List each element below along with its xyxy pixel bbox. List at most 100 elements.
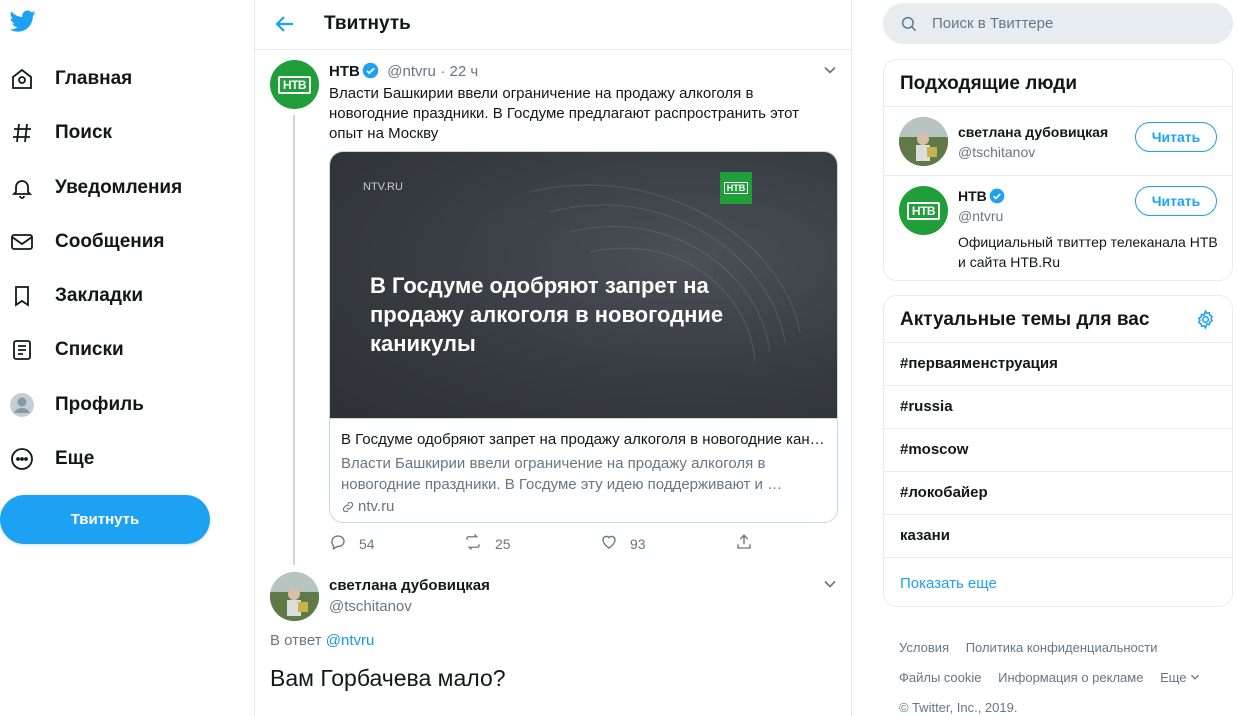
reply-author-handle[interactable]: @tschitanov [329,598,412,615]
like-count: 93 [630,535,646,552]
chevron-down-icon [1190,674,1199,680]
who-to-follow-title: Подходящие люди [884,60,1232,107]
card-link: ntv.ru [341,498,828,515]
footer-link-more[interactable]: Еще [1160,670,1199,685]
follow-button[interactable]: Читать [1135,186,1217,216]
verified-badge-icon [989,188,1005,209]
nav-item-lists[interactable]: Списки [8,332,124,368]
retweet-count: 25 [495,535,511,552]
card-headline: В Госдуме одобряют запрет на продажу алк… [370,273,724,356]
card-body: В Госдуме одобряют запрет на продажу алк… [330,418,837,522]
footer-row-1: Условия Политика конфиденциальности [899,640,1170,655]
trend-item[interactable]: казани [884,515,1232,558]
nav-item-home[interactable]: Главная [8,61,132,97]
link-icon [341,500,355,514]
nav-label-notifications: Уведомления [55,177,183,198]
nav-item-profile[interactable]: Профиль [8,387,144,423]
avatar-photo-icon [270,572,319,621]
tweet-actions: 54 25 93 [329,533,769,555]
nav-item-notifications[interactable]: Уведомления [8,170,182,206]
avatar[interactable]: НТВ [899,186,948,235]
share-icon [735,533,753,554]
footer-more-label: Еще [1160,670,1187,685]
tweet-author-line: НТВ @ntvru · 22 ч [329,62,478,84]
reply-context: В ответ @ntvru [270,632,374,649]
page-header: Твитнуть [255,0,851,50]
avatar[interactable] [899,117,948,166]
chevron-down-icon[interactable] [823,577,837,591]
tweet-timestamp[interactable]: · 22 ч [440,63,478,80]
nav-item-bookmarks[interactable]: Закладки [8,278,143,314]
follow-button[interactable]: Читать [1135,122,1217,152]
search-input[interactable] [932,15,1212,32]
search-icon [900,15,918,33]
twitter-logo-icon[interactable] [9,8,39,38]
home-icon [8,65,36,93]
link-preview-card[interactable]: NTV.RU НТВ В Госдуме одобряют запрет на … [329,151,838,523]
follow-suggestion[interactable]: НТВ НТВ @ntvru Официальный твиттер телек… [884,176,1232,280]
nav-label-home: Главная [55,68,133,89]
avatar[interactable]: НТВ [270,60,319,109]
compose-tweet-button[interactable]: Твитнуть [0,495,210,544]
card-image: NTV.RU НТВ В Госдуме одобряют запрет на … [330,152,837,418]
nav-label-messages: Сообщения [55,231,165,252]
footer-link-ads-info[interactable]: Информация о рекламе [998,670,1143,685]
footer-link-terms[interactable]: Условия [899,640,949,655]
gear-icon[interactable] [1195,309,1216,336]
trends-panel: Актуальные темы для вас #первая​менструа… [883,295,1233,607]
hashtag-icon [8,119,36,147]
trend-item[interactable]: #локобайер [884,472,1232,515]
footer-link-privacy[interactable]: Политика конфиденциальности [966,640,1158,655]
suggestion-name-line: НТВ [958,188,1009,209]
list-icon [8,336,36,364]
like-button[interactable]: 93 [600,533,646,554]
retweet-button[interactable]: 25 [463,533,511,554]
verified-badge-icon [362,62,379,84]
envelope-icon [8,228,36,256]
nav-item-explore[interactable]: Поиск [8,115,112,151]
heart-icon [600,533,618,554]
back-arrow-icon[interactable] [273,12,297,36]
ntv-logo-icon: НТВ [906,201,941,220]
who-to-follow-panel: Подходящие люди светлана дубовицкая @tsc… [883,59,1233,281]
reply-text: Вам Горбачева мало? [270,665,506,691]
reply-button[interactable]: 54 [329,533,375,554]
suggestion-bio: Официальный твиттер телеканала НТВ и сай… [958,234,1218,270]
trend-item[interactable]: #russia [884,386,1232,429]
bell-icon [8,174,36,202]
footer-link-cookies[interactable]: Файлы cookie [899,670,982,685]
ntv-logo-icon: НТВ [720,172,752,204]
reply-icon [329,533,347,554]
trends-title: Актуальные темы для вас [884,296,1232,343]
tweet-author-handle[interactable]: @ntvru [387,63,436,80]
tweet-author-name[interactable]: НТВ [329,63,360,80]
nav-label-lists: Списки [55,339,124,360]
chevron-down-icon[interactable] [823,63,837,77]
nav-item-messages[interactable]: Сообщения [8,224,165,260]
trends-title-text: Актуальные темы для вас [900,309,1150,330]
suggestion-handle: @tschitanov [958,144,1036,160]
share-button[interactable] [735,533,753,554]
follow-suggestion[interactable]: светлана дубовицкая @tschitanov Читать [884,107,1232,176]
show-more-link[interactable]: Показать еще [884,558,1232,606]
nav-label-explore: Поиск [55,122,113,143]
avatar[interactable] [270,572,319,621]
nav-label-profile: Профиль [55,394,144,415]
trend-item[interactable]: #первая​менструация [884,343,1232,386]
page-title: Твитнуть [324,13,411,34]
more-icon [8,445,36,473]
profile-icon [8,391,36,419]
suggestion-name[interactable]: НТВ [958,188,987,204]
footer-row-2: Файлы cookie Информация о рекламе Еще [899,670,1213,685]
left-navigation: Главная Поиск Уведомления Сообщения Закл… [0,0,254,716]
main-column: Твитнуть НТВ НТВ @ntvru · 22 ч Власти Ба… [254,0,852,716]
card-link-domain: ntv.ru [358,498,395,515]
suggestion-name[interactable]: светлана дубовицкая [958,124,1108,140]
trend-item[interactable]: #moscow [884,429,1232,472]
search-box[interactable] [883,3,1233,44]
reply-to-prefix: В ответ [270,632,322,649]
reply-author-name[interactable]: светлана дубовицкая [329,577,490,594]
reply-count: 54 [359,535,375,552]
nav-item-more[interactable]: Еще [8,441,94,477]
reply-to-link[interactable]: @ntvru [326,632,375,649]
